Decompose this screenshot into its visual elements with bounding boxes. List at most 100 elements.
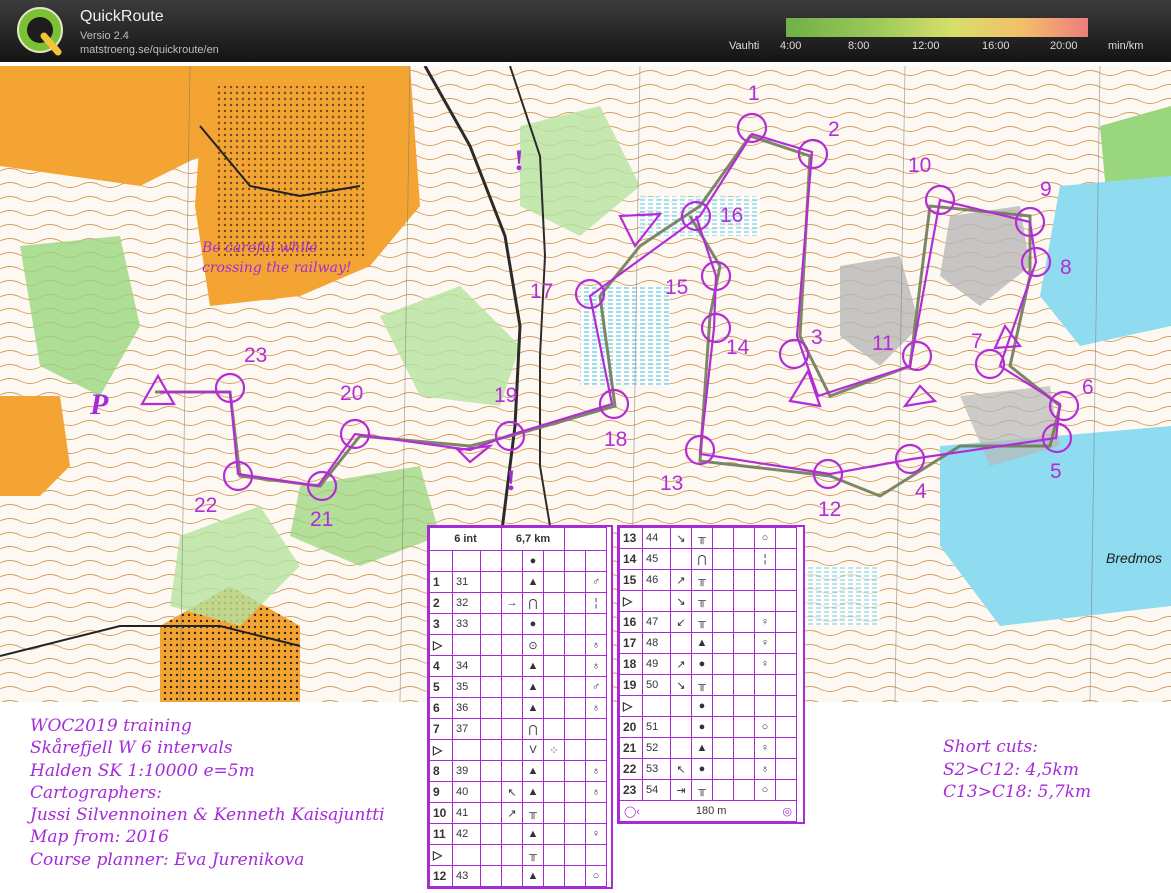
pace-color-scale	[786, 18, 1088, 37]
dimension-cell	[564, 865, 586, 887]
direction-symbol	[501, 571, 523, 593]
appearance-symbol: ⁘	[543, 739, 565, 761]
control-number: 19	[494, 384, 517, 407]
control-code: 40	[452, 781, 481, 803]
direction-symbol	[670, 695, 692, 717]
location-symbol: ♁	[585, 781, 607, 803]
description-row: 12 43 ▲ ○	[429, 865, 607, 887]
control-number: 11	[429, 823, 453, 845]
control-number: 11	[872, 332, 894, 355]
direction-symbol	[501, 760, 523, 782]
feature-symbol: ▲	[522, 760, 544, 782]
other-cell	[775, 758, 797, 780]
dimension-cell	[564, 802, 586, 824]
control-code: 42	[452, 823, 481, 845]
location-symbol: ♁	[585, 634, 607, 656]
feature-symbol: ●	[691, 716, 713, 738]
app-url-link[interactable]: matstroeng.se/quickroute/en	[80, 44, 219, 56]
control-number: ▷	[429, 739, 453, 761]
description-row: 11 42 ▲ ♀	[429, 823, 607, 845]
shortcut-line: C13>C18: 5,7km	[943, 782, 1092, 802]
appearance-cell	[712, 674, 734, 696]
control-number: 19	[619, 674, 643, 696]
info-line: WOC2019 training	[30, 716, 192, 736]
control-code	[452, 739, 481, 761]
dimension-cell	[733, 737, 755, 759]
appearance-symbol	[543, 613, 565, 635]
control-number: 12	[818, 498, 841, 521]
direction-symbol	[501, 718, 523, 740]
description-row: 13 44 ↘ ╥ ○	[619, 527, 797, 549]
dimension-cell	[733, 716, 755, 738]
control-number: 9	[429, 781, 453, 803]
pace-tick: 20:00	[1050, 40, 1078, 52]
control-number	[429, 550, 453, 572]
other-cell	[775, 737, 797, 759]
appearance-cell	[712, 527, 734, 549]
control-code: 43	[452, 865, 481, 887]
location-symbol: ♂	[585, 571, 607, 593]
feature-symbol: ╥	[522, 844, 544, 866]
which-feature-cell	[480, 865, 502, 887]
other-cell	[775, 779, 797, 801]
feature-symbol: ▲	[522, 781, 544, 803]
control-code: 45	[642, 548, 671, 570]
control-number: 14	[619, 548, 643, 570]
location-symbol	[754, 695, 776, 717]
which-feature-cell	[480, 844, 502, 866]
location-symbol: ○	[585, 865, 607, 887]
control-number: 17	[619, 632, 643, 654]
control-number: 7	[429, 718, 453, 740]
control-number: 5	[1050, 460, 1062, 483]
pace-tick: 4:00	[780, 40, 802, 52]
dimension-cell	[733, 632, 755, 654]
control-number: 18	[619, 653, 643, 675]
location-symbol: ♁	[754, 758, 776, 780]
control-number: 6	[1082, 376, 1094, 399]
other-cell	[775, 611, 797, 633]
description-row: 4 34 ▲ ♁	[429, 655, 607, 677]
which-feature-cell	[480, 592, 502, 614]
other-cell	[775, 590, 797, 612]
control-number: 7	[971, 330, 983, 353]
direction-symbol	[501, 697, 523, 719]
direction-symbol	[501, 739, 523, 761]
info-line: Map from: 2016	[30, 827, 169, 848]
control-number: ▷	[429, 844, 453, 866]
direction-symbol	[501, 655, 523, 677]
location-symbol: ♂	[585, 676, 607, 698]
info-line: Halden SK 1:10000 e=5m	[30, 760, 255, 781]
control-description-sheet-left: 6 int 6,7 km ● 1 31 ▲ ♂ 2 32 → ⋂ ¦ 3 33 ● ▷ ⊙ ♁ 4 34 ▲ ♁ 5 35…	[427, 525, 613, 889]
control-code: 52	[642, 737, 671, 759]
location-symbol	[754, 569, 776, 591]
control-code: 31	[452, 571, 481, 593]
which-feature-cell	[480, 571, 502, 593]
direction-symbol: ↖	[670, 758, 692, 780]
control-number: 23	[619, 779, 643, 801]
control-code: 32	[452, 592, 481, 614]
control-number: 20	[619, 716, 643, 738]
appearance-symbol	[543, 697, 565, 719]
sheet-length: 6,7 km	[501, 527, 565, 551]
control-number: ▷	[429, 634, 453, 656]
railway-note: crossing the railway!	[202, 260, 351, 276]
dimension-cell	[564, 634, 586, 656]
control-code: 47	[642, 611, 671, 633]
control-code: 35	[452, 676, 481, 698]
direction-symbol	[501, 676, 523, 698]
description-row: ●	[429, 550, 607, 572]
feature-symbol: ●	[691, 653, 713, 675]
feature-symbol: ●	[522, 550, 544, 572]
control-number: 1	[748, 82, 760, 105]
other-cell	[775, 695, 797, 717]
appearance-cell	[712, 569, 734, 591]
location-symbol: ♁	[585, 697, 607, 719]
which-feature-cell	[480, 697, 502, 719]
location-symbol	[585, 844, 607, 866]
direction-symbol	[670, 716, 692, 738]
description-row: 23 54 ⇥ ╥ ○	[619, 779, 797, 801]
location-symbol	[585, 613, 607, 635]
dimension-cell	[733, 590, 755, 612]
location-symbol: ♁	[585, 655, 607, 677]
location-symbol: ♀	[585, 823, 607, 845]
